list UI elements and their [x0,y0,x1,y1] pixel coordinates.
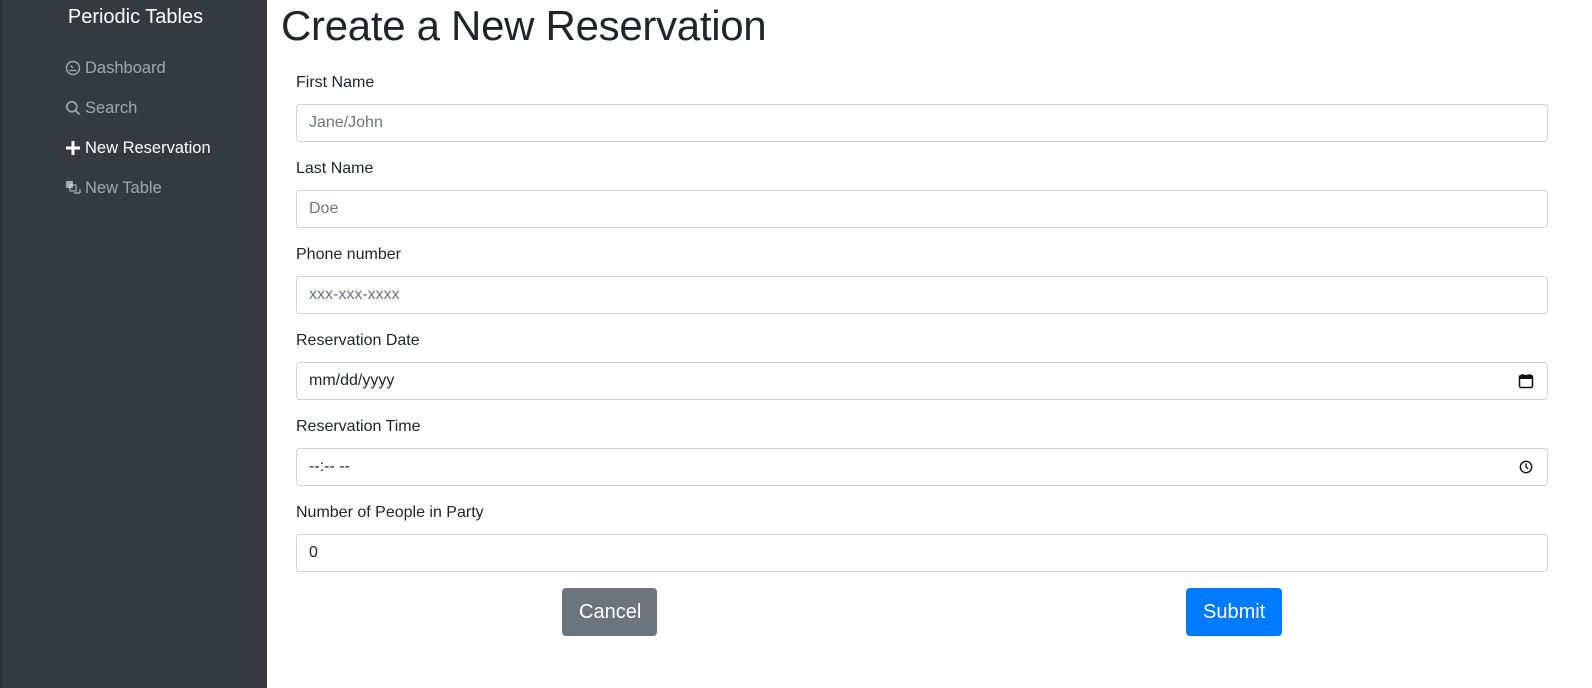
sidebar-item-new-reservation[interactable]: New Reservation [64,128,211,168]
sidebar-item-label: New Reservation [85,138,211,157]
time-placeholder: --:-- -- [309,458,350,475]
sidebar-item-label: New Table [85,178,162,197]
people-label: Number of People in Party [296,504,484,521]
phone-input[interactable] [296,276,1548,314]
phone-label: Phone number [296,246,401,263]
sidebar: Periodic Tables Dashboard Search New Res… [0,0,267,688]
brand-title[interactable]: Periodic Tables [2,6,269,29]
time-label: Reservation Time [296,418,421,435]
main-content: Create a New Reservation First Name Last… [267,0,1592,688]
cancel-button[interactable]: Cancel [562,588,657,636]
dashboard-icon [64,59,82,77]
first-name-group: First Name [296,70,1548,156]
app-root: Periodic Tables Dashboard Search New Res… [0,0,1592,688]
date-input[interactable]: mm/dd/yyyy [296,362,1548,400]
page-title: Create a New Reservation [281,2,767,49]
last-name-label: Last Name [296,160,374,177]
sidebar-nav: Dashboard Search New Reservation New Tab… [64,48,211,208]
layers-icon [64,179,82,197]
reservation-form: First Name Last Name Phone number Reserv… [296,70,1548,586]
last-name-group: Last Name [296,156,1548,242]
date-placeholder: mm/dd/yyyy [309,372,395,389]
people-input[interactable] [296,534,1548,572]
first-name-label: First Name [296,74,375,91]
search-icon [64,99,82,117]
sidebar-item-dashboard[interactable]: Dashboard [64,48,211,88]
first-name-input[interactable] [296,104,1548,142]
phone-group: Phone number [296,242,1548,328]
clock-icon[interactable] [1517,458,1535,476]
people-group: Number of People in Party [296,500,1548,586]
sidebar-item-label: Search [85,98,138,117]
sidebar-item-new-table[interactable]: New Table [64,168,211,208]
submit-button[interactable]: Submit [1186,588,1282,636]
time-input[interactable]: --:-- -- [296,448,1548,486]
plus-icon [64,139,82,157]
last-name-input[interactable] [296,190,1548,228]
form-actions: Cancel Submit [267,588,1592,638]
time-group: Reservation Time --:-- -- [296,414,1548,500]
date-label: Reservation Date [296,332,420,349]
calendar-icon[interactable] [1517,372,1535,390]
sidebar-item-search[interactable]: Search [64,88,211,128]
sidebar-item-label: Dashboard [85,58,166,77]
date-group: Reservation Date mm/dd/yyyy [296,328,1548,414]
